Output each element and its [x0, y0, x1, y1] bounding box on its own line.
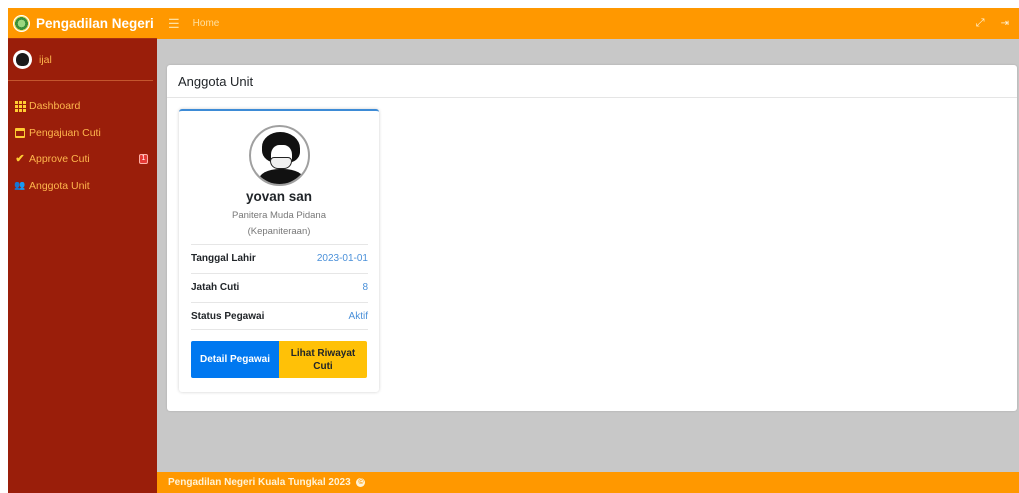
profile-name: yovan san — [245, 189, 313, 204]
notification-badge: 1 — [139, 154, 148, 164]
copyright-icon: © — [356, 477, 366, 487]
logout-icon[interactable]: ⇥ — [1001, 18, 1009, 29]
detail-pegawai-button[interactable]: Detail Pegawai — [191, 341, 279, 378]
check-icon: ✔ — [15, 152, 25, 165]
row-value: Aktif — [348, 310, 368, 322]
profile-row-jatah-cuti: Jatah Cuti 8 — [191, 273, 368, 301]
row-value: 8 — [362, 282, 368, 293]
expand-icon[interactable]: ⤢ — [976, 18, 985, 29]
topbar-actions: ⤢ ⇥ — [976, 8, 1009, 39]
sidebar-item-dashboard[interactable]: Dashboard — [8, 93, 157, 120]
court-logo-icon — [13, 14, 30, 32]
calendar-icon — [14, 127, 26, 139]
card-title: Anggota Unit — [178, 73, 254, 89]
sidebar: Pengadilan Negeri ijal Dashboard Pengaju… — [8, 8, 157, 493]
row-label: Jatah Cuti — [191, 282, 240, 293]
brand-title: Pengadilan Negeri — [36, 15, 154, 31]
sidebar-item-anggota-unit[interactable]: 👥 Anggota Unit — [8, 173, 157, 200]
sidebar-item-label: Anggota Unit — [29, 179, 90, 192]
user-name: ijal — [39, 53, 52, 66]
row-value: 2023-01-01 — [316, 253, 368, 264]
sidebar-nav: Dashboard Pengajuan Cuti ✔ Approve Cuti … — [8, 81, 157, 199]
anggota-unit-card: Anggota Unit yovan san Panitera Muda Pid… — [167, 65, 1017, 411]
row-label: Tanggal Lahir — [191, 253, 256, 264]
sidebar-item-label: Approve Cuti — [29, 153, 90, 166]
sidebar-item-label: Dashboard — [29, 100, 81, 113]
card-header: Anggota Unit — [167, 65, 1017, 98]
profile-unit: (Kepaniteraan) — [247, 226, 311, 237]
profile-position: Panitera Muda Pidana — [231, 210, 326, 221]
profile-role: Panitera Muda Pidana (Kepaniteraan) — [179, 208, 379, 240]
footer: Pengadilan Negeri Kuala Tungkal 2023 © — [157, 472, 1019, 493]
footer-text: Pengadilan Negeri Kuala Tungkal 2023 © — [168, 477, 366, 488]
sidebar-item-label: Pengajuan Cuti — [29, 126, 101, 139]
profile-photo — [249, 125, 310, 186]
home-link[interactable]: Home — [193, 18, 220, 29]
user-panel[interactable]: ijal — [8, 39, 153, 81]
user-avatar — [13, 50, 32, 69]
lihat-riwayat-cuti-button[interactable]: Lihat Riwayat Cuti — [279, 341, 367, 378]
app-window: Pengadilan Negeri ijal Dashboard Pengaju… — [8, 8, 1019, 493]
hamburger-icon[interactable]: ☰ — [168, 17, 180, 30]
profile-row-tanggal-lahir: Tanggal Lahir 2023-01-01 — [191, 244, 368, 272]
profile-card: yovan san Panitera Muda Pidana (Kepanite… — [179, 109, 379, 392]
brand-link[interactable]: Pengadilan Negeri — [8, 8, 157, 39]
th-icon — [14, 100, 26, 112]
sidebar-item-approve-cuti[interactable]: ✔ Approve Cuti 1 — [8, 146, 157, 173]
users-icon: 👥 — [14, 180, 26, 191]
topbar: ☰ Home ⤢ ⇥ — [157, 8, 1019, 39]
row-label: Status Pegawai — [191, 310, 265, 322]
profile-actions: Detail Pegawai Lihat Riwayat Cuti — [191, 341, 367, 378]
profile-row-status-pegawai: Status Pegawai Aktif — [191, 302, 368, 330]
sidebar-item-pengajuan-cuti[interactable]: Pengajuan Cuti — [8, 120, 157, 147]
